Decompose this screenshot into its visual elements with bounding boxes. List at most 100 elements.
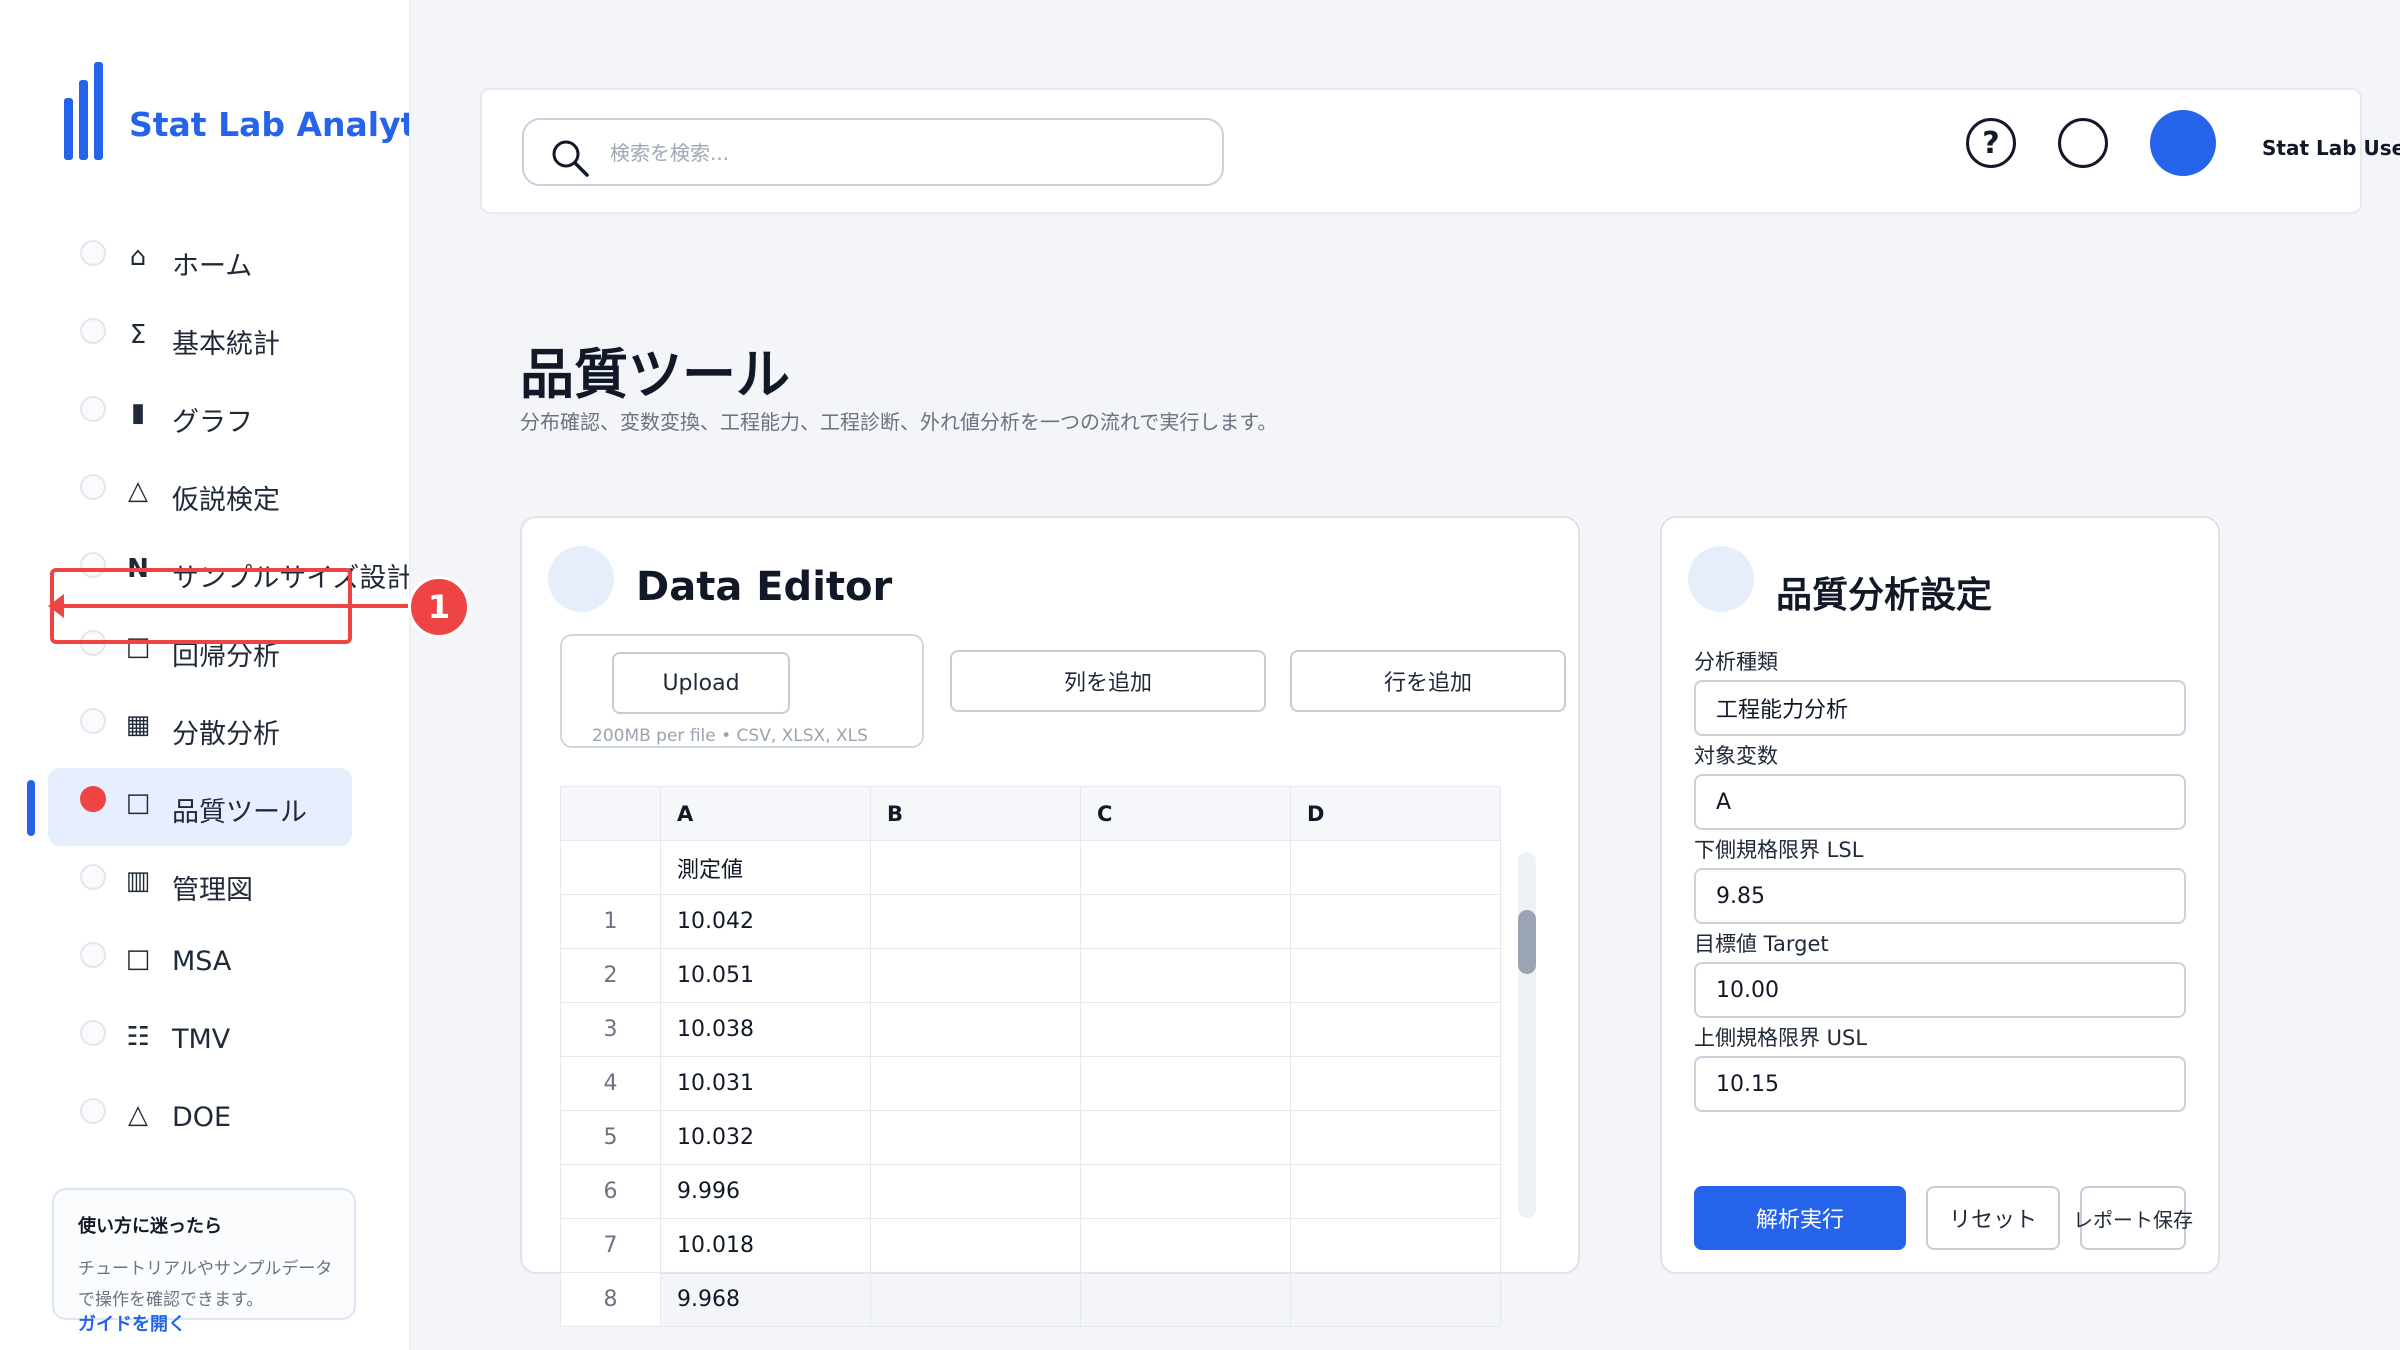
add-row-button[interactable]: 行を追加 [1290,650,1566,712]
grid-cell[interactable] [1080,1002,1291,1057]
usl-input[interactable]: 10.15 [1694,1056,2186,1112]
lsl-input[interactable]: 9.85 [1694,868,2186,924]
grid-cell[interactable] [870,1218,1081,1273]
target-var-select[interactable]: A [1694,774,2186,830]
column-header-a[interactable]: A [660,786,871,841]
user-name: Stat Lab User [2262,136,2400,160]
sidebar-item-home[interactable]: ⌂ ホーム [48,222,352,300]
sidebar: Stat Lab Analytics ⌂ ホーム Σ 基本統計 ▮ グラフ △ … [0,0,410,1350]
grid-cell[interactable]: 10.031 [660,1056,871,1111]
sidebar-item-label: 仮説検定 [172,485,280,516]
grid-cell[interactable] [1080,840,1291,895]
grid-cell[interactable] [1290,1056,1501,1111]
status-dot [80,396,106,422]
run-analysis-button[interactable]: 解析実行 [1694,1186,1906,1250]
bar-icon: ▮ [130,398,146,428]
sidebar-item-tmv[interactable]: ☷ TMV [48,1002,352,1080]
grid-cell[interactable] [1080,894,1291,949]
notification-icon[interactable] [2058,118,2108,168]
grid-cell[interactable]: 9.968 [660,1272,871,1327]
brand-logo[interactable]: Stat Lab Analytics [64,60,409,160]
status-dot [80,1098,106,1124]
grid-cell[interactable]: 10.032 [660,1110,871,1165]
grid-cell[interactable]: 10.038 [660,1002,871,1057]
columns-icon: ▥ [125,866,151,896]
grid-cell[interactable] [1080,1056,1291,1111]
status-dot [80,708,106,734]
grid-cell[interactable] [870,894,1081,949]
grid-cell[interactable] [870,1110,1081,1165]
grid-cell[interactable] [1290,1218,1501,1273]
grid-cell[interactable] [1290,840,1501,895]
sidebar-item-hypothesis-test[interactable]: △ 仮説検定 [48,456,352,534]
grid-cell[interactable] [1290,948,1501,1003]
guide-link[interactable]: ガイドを開く [78,1310,186,1336]
column-header-c[interactable]: C [1080,786,1291,841]
status-dot [80,474,106,500]
row-index: 7 [560,1218,661,1273]
home-icon: ⌂ [129,242,147,272]
save-report-button[interactable]: レポート保存 [2073,1186,2193,1250]
grid-cell[interactable]: 10.042 [660,894,871,949]
sidebar-item-label: 管理図 [172,875,253,906]
grid-cell[interactable] [1080,948,1291,1003]
card-icon [1688,546,1754,612]
sidebar-item-basic-stats[interactable]: Σ 基本統計 [48,300,352,378]
grid-cell[interactable]: 測定値 [660,840,871,895]
status-dot [80,942,106,968]
avatar[interactable] [2150,110,2216,176]
data-editor-card: Data Editor Upload 200MB per file • CSV,… [520,516,1580,1327]
analysis-type-select[interactable]: 工程能力分析 [1694,680,2186,736]
sidebar-item-anova[interactable]: ▦ 分散分析 [48,690,352,768]
grid-cell[interactable] [1080,1110,1291,1165]
grid-cell[interactable] [1290,1164,1501,1219]
grid-cell[interactable] [870,948,1081,1003]
row-index: 4 [560,1056,661,1111]
grid-cell[interactable] [870,1164,1081,1219]
grid-cell[interactable] [870,840,1081,895]
analysis-type-label: 分析種類 [1694,650,1778,674]
grid-cell[interactable] [1290,1002,1501,1057]
editor-title: Data Editor [636,564,893,610]
add-column-button[interactable]: 列を追加 [950,650,1266,712]
sidebar-item-quality-tools[interactable]: □ 品質ツール [48,768,352,846]
row-index: 8 [560,1272,661,1327]
upload-dropzone[interactable]: Upload 200MB per file • CSV, XLSX, XLS [560,634,924,748]
grid-cell[interactable] [1290,1110,1501,1165]
square-icon: □ [125,788,151,818]
sidebar-item-msa[interactable]: □ MSA [48,924,352,1002]
search-box[interactable] [522,118,1224,186]
search-input[interactable] [610,132,1200,174]
sidebar-item-doe[interactable]: △ DOE [48,1080,352,1158]
grid-cell[interactable] [1080,1164,1291,1219]
upload-button[interactable]: Upload [612,652,790,714]
grid-cell[interactable]: 10.051 [660,948,871,1003]
grid-cell[interactable]: 10.018 [660,1218,871,1273]
target-input[interactable]: 10.00 [1694,962,2186,1018]
grid-cell[interactable] [1080,1218,1291,1273]
bar-chart-logo-icon [64,60,103,160]
grid-scrollbar-thumb[interactable] [1518,910,1536,974]
sidebar-item-graph[interactable]: ▮ グラフ [48,378,352,456]
grid-cell[interactable] [870,1056,1081,1111]
reset-button[interactable]: リセット [1926,1186,2060,1250]
grid-cell[interactable] [1080,1272,1291,1327]
grid-cell[interactable] [1290,894,1501,949]
grid-cell[interactable] [870,1272,1081,1327]
grid-cell[interactable] [1290,1272,1501,1327]
sidebar-item-control-chart[interactable]: ▥ 管理図 [48,846,352,924]
grid-cell[interactable] [870,1002,1081,1057]
grid-scrollbar-track[interactable] [1518,852,1536,1218]
list-icon: ☷ [126,1022,150,1052]
settings-title: 品質分析設定 [1776,575,1993,616]
data-grid[interactable]: A B C D 測定値 1 10.042 2 10.051 3 10.038 4… [560,786,1501,1327]
column-header-b[interactable]: B [870,786,1081,841]
annotation-arrow-line [58,604,408,608]
search-icon [552,140,589,177]
grid-cell[interactable]: 9.996 [660,1164,871,1219]
help-icon[interactable]: ? [1966,118,2016,168]
row-index: 6 [560,1164,661,1219]
grid-header-row: A B C D [560,786,1501,841]
column-header-d[interactable]: D [1290,786,1501,841]
status-dot [80,786,106,812]
